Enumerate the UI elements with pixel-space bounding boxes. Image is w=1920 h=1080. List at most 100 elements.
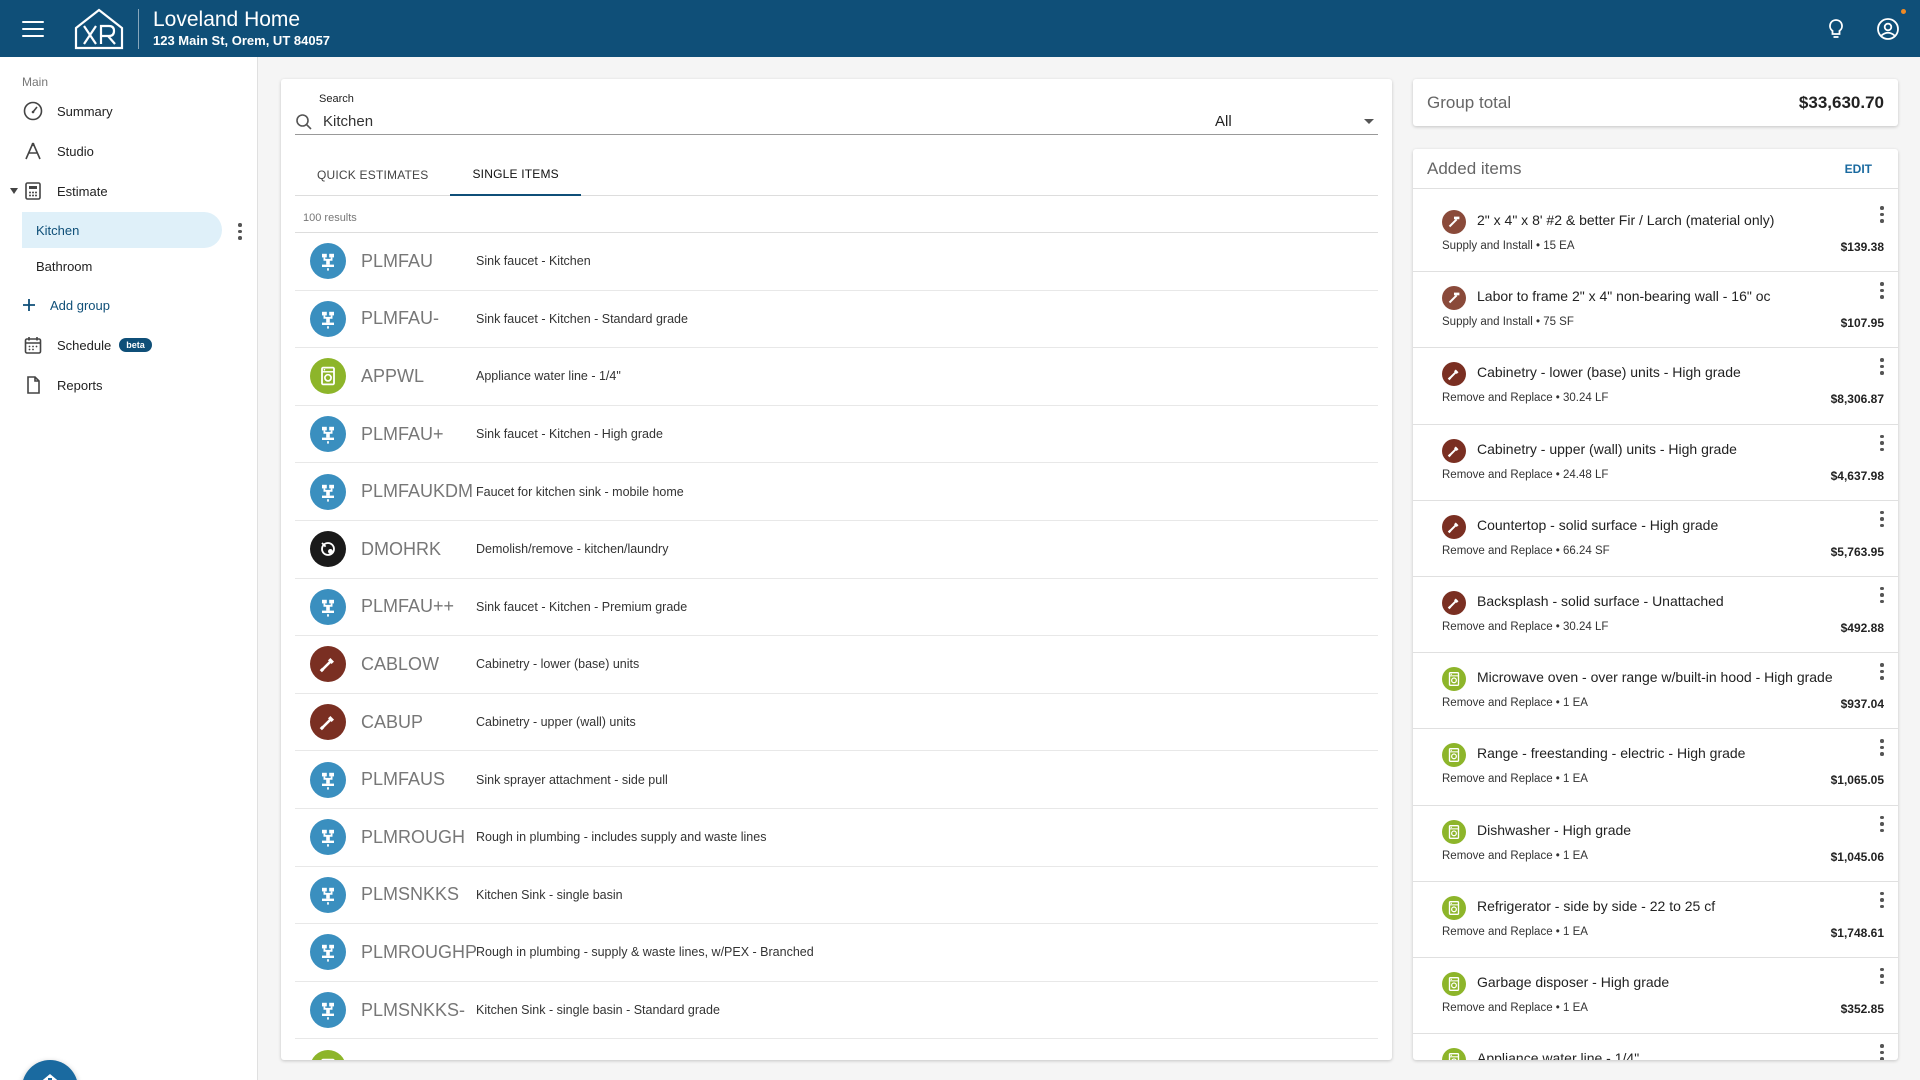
result-description: Cabinetry - upper (wall) units <box>476 715 636 730</box>
added-item-detail: Remove and Replace • 1 EA <box>1442 1001 1588 1014</box>
appliance-icon <box>1442 895 1466 920</box>
lightbulb-icon[interactable] <box>1824 17 1848 41</box>
added-item[interactable]: Dishwasher - High grade Remove and Replac… <box>1413 806 1898 882</box>
search-input[interactable] <box>323 113 1173 130</box>
cabinetry-icon <box>310 704 346 741</box>
result-row[interactable]: PLMROUGHP Rough in plumbing - supply & wa… <box>295 924 1378 982</box>
result-row[interactable]: PLMROUGH Rough in plumbing - includes sup… <box>295 809 1378 867</box>
result-description: Faucet for kitchen sink - mobile home <box>476 484 684 499</box>
more-options-icon[interactable] <box>1880 663 1884 680</box>
result-row[interactable]: PLMFAUS Sink sprayer attachment - side pu… <box>295 751 1378 809</box>
group-menu-icon[interactable] <box>238 223 242 240</box>
added-item[interactable]: Backsplash - solid surface - Unattached R… <box>1413 577 1898 654</box>
framing-icon <box>1442 210 1466 234</box>
sidebar-item-summary[interactable]: Summary <box>0 95 258 127</box>
result-row[interactable]: PLMFAUKDM Faucet for kitchen sink - mobil… <box>295 463 1378 521</box>
plus-icon <box>18 294 40 316</box>
more-options-icon[interactable] <box>1880 586 1884 604</box>
result-code: APPWLSIT <box>361 1057 476 1060</box>
plumbing-icon <box>310 416 346 453</box>
plumbing-icon <box>310 934 346 971</box>
result-row[interactable]: PLMSNKKS Kitchen Sink - single basin <box>295 867 1378 925</box>
added-item-price: $1,748.61 <box>1830 925 1884 940</box>
result-row[interactable]: PLMFAU+ Sink faucet - Kitchen - High grad… <box>295 406 1378 464</box>
result-code: DMOHRK <box>361 538 441 559</box>
result-row[interactable]: PLMSNKKS- Kitchen Sink - single basin - S… <box>295 982 1378 1040</box>
group-bathroom[interactable]: Bathroom <box>22 248 222 284</box>
search-field[interactable] <box>295 109 1215 135</box>
added-item[interactable]: Garbage disposer - High grade Remove and … <box>1413 958 1898 1035</box>
filter-value: All <box>1215 113 1232 130</box>
filter-select[interactable]: All <box>1215 109 1378 135</box>
added-item-name: Countertop - solid surface - High grade <box>1477 516 1719 533</box>
added-item[interactable]: Countertop - solid surface - High grade R… <box>1413 501 1898 577</box>
cabinetry-icon <box>310 646 346 683</box>
sidebar-item-estimate[interactable]: Estimate <box>0 175 258 207</box>
sidebar-item-studio[interactable]: Studio <box>0 135 258 167</box>
sidebar-item-schedule[interactable]: Schedule beta <box>0 329 258 361</box>
result-row[interactable]: PLMFAU++ Sink faucet - Kitchen - Premium … <box>295 579 1378 637</box>
added-item-detail: Remove and Replace • 30.24 LF <box>1442 620 1609 633</box>
tab-single-items[interactable]: SINGLE ITEMS <box>450 153 581 196</box>
more-options-icon[interactable] <box>1880 739 1884 756</box>
more-options-icon[interactable] <box>1880 967 1884 985</box>
appliance-icon <box>310 358 346 395</box>
result-code: CABUP <box>361 711 424 732</box>
edit-button[interactable]: EDIT <box>1845 162 1872 176</box>
house-icon <box>42 1074 58 1080</box>
appliance-icon <box>1442 667 1466 692</box>
appliance-icon <box>1442 743 1466 768</box>
sidebar-item-reports[interactable]: Reports <box>0 369 258 401</box>
menu-icon[interactable] <box>22 20 44 37</box>
group-label: Kitchen <box>36 222 80 238</box>
added-item-detail: Supply and Install • 75 SF <box>1442 316 1574 329</box>
account-button[interactable] <box>1876 8 1906 41</box>
added-item[interactable]: Microwave oven - over range w/built-in h… <box>1413 653 1898 730</box>
more-options-icon[interactable] <box>1880 434 1884 452</box>
more-options-icon[interactable] <box>1880 358 1884 375</box>
added-item[interactable]: Cabinetry - upper (wall) units - High gr… <box>1413 425 1898 501</box>
added-item[interactable]: 2" x 4" x 8' #2 & better Fir / Larch (ma… <box>1413 196 1898 273</box>
result-row[interactable]: APPWL Appliance water line - 1/4" <box>295 348 1378 406</box>
added-item-price: $937.04 <box>1840 697 1884 712</box>
more-options-icon[interactable] <box>1880 510 1884 528</box>
added-item[interactable]: Refrigerator - side by side - 22 to 25 c… <box>1413 882 1898 958</box>
result-row[interactable]: CABLOW Cabinetry - lower (base) units <box>295 636 1378 694</box>
more-options-icon[interactable] <box>1880 206 1884 223</box>
result-code: APPWL <box>361 365 425 386</box>
added-items-title: Added items <box>1427 158 1522 178</box>
added-item-detail: Remove and Replace • 66.24 SF <box>1442 544 1610 557</box>
plumbing-icon <box>310 876 346 913</box>
added-item-detail: Remove and Replace • 24.48 LF <box>1442 468 1609 481</box>
result-row[interactable]: APPWLSIT <box>295 1039 1378 1060</box>
added-item[interactable]: Labor to frame 2" x 4" non-bearing wall … <box>1413 272 1898 349</box>
result-row[interactable]: DMOHRK Demolish/remove - kitchen/laundry <box>295 521 1378 579</box>
home-fab-button[interactable] <box>22 1060 78 1080</box>
result-description: Sink faucet - Kitchen <box>476 254 591 269</box>
more-options-icon[interactable] <box>1880 1044 1884 1060</box>
added-item[interactable]: Range - freestanding - electric - High g… <box>1413 729 1898 806</box>
project-address: 123 Main St, Orem, UT 84057 <box>153 33 331 48</box>
added-item-price: $8,306.87 <box>1830 392 1884 407</box>
added-items-card: Added items EDIT 2" x 4" x 8' #2 & bette… <box>1413 149 1898 1060</box>
more-options-icon[interactable] <box>1880 282 1884 299</box>
result-description: Appliance water line - 1/4" <box>476 369 621 384</box>
added-item-price: $352.85 <box>1840 1001 1884 1016</box>
added-item-detail: Remove and Replace • 1 EA <box>1442 925 1588 938</box>
add-group-button[interactable]: Add group <box>0 289 258 321</box>
added-item-name: Refrigerator - side by side - 22 to 25 c… <box>1477 897 1716 914</box>
more-options-icon[interactable] <box>1880 815 1884 832</box>
result-row[interactable]: CABUP Cabinetry - upper (wall) units <box>295 694 1378 752</box>
added-item-name: Backsplash - solid surface - Unattached <box>1477 592 1724 609</box>
tab-quick-estimates[interactable]: QUICK ESTIMATES <box>295 153 450 196</box>
result-code: PLMSNKKS- <box>361 999 466 1020</box>
more-options-icon[interactable] <box>1880 891 1884 909</box>
added-item[interactable]: Appliance water line - 1/4" <box>1413 1034 1898 1060</box>
plumbing-icon <box>310 992 346 1029</box>
group-kitchen[interactable]: Kitchen <box>22 212 222 248</box>
header-divider <box>138 8 139 49</box>
result-row[interactable]: PLMFAU- Sink faucet - Kitchen - Standard … <box>295 291 1378 349</box>
result-row[interactable]: PLMFAU Sink faucet - Kitchen <box>295 233 1378 291</box>
result-description: Kitchen Sink - single basin - Standard g… <box>476 1003 720 1018</box>
added-item[interactable]: Cabinetry - lower (base) units - High gr… <box>1413 348 1898 425</box>
